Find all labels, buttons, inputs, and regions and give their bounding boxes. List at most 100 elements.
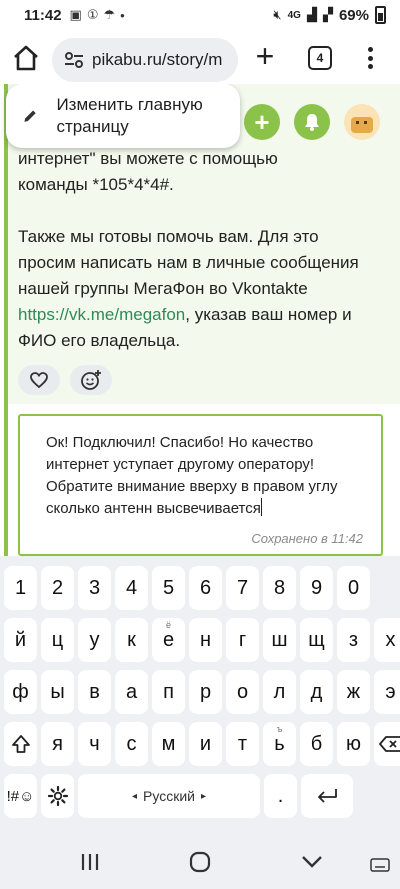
shift-key[interactable]: [4, 722, 37, 766]
key-letter[interactable]: р: [189, 670, 222, 714]
space-key[interactable]: ◂ Русский ▸: [78, 774, 260, 818]
text-cursor: [260, 498, 262, 516]
key-6[interactable]: 6: [189, 566, 222, 610]
saved-status: Сохранено в 11:42: [251, 531, 363, 546]
key-letter[interactable]: д: [300, 670, 333, 714]
key-letter[interactable]: б: [300, 722, 333, 766]
enter-key[interactable]: [301, 774, 353, 818]
keyboard-switch-button[interactable]: [370, 858, 390, 872]
key-letter[interactable]: л: [263, 670, 296, 714]
symbols-key[interactable]: !#☺: [4, 774, 37, 818]
key-8[interactable]: 8: [263, 566, 296, 610]
backspace-key[interactable]: [374, 722, 400, 766]
thread-line: [4, 84, 8, 556]
recents-icon: [81, 854, 99, 870]
key-letter-soft-sign[interactable]: ъ ь: [263, 722, 296, 766]
period-key[interactable]: .: [264, 774, 297, 818]
key-letter[interactable]: у: [78, 618, 111, 662]
keyboard-row-2: ф ы в а п р о л д ж э: [4, 670, 400, 714]
key-label: е: [162, 628, 175, 651]
mute-icon: 🔇︎: [273, 7, 282, 22]
key-letter[interactable]: з: [337, 618, 370, 662]
key-letter[interactable]: ш: [263, 618, 296, 662]
key-letter[interactable]: в: [78, 670, 111, 714]
key-5[interactable]: 5: [152, 566, 185, 610]
add-reaction-button[interactable]: [70, 365, 112, 395]
keyboard-settings-key[interactable]: [41, 774, 74, 818]
key-label: ь: [274, 732, 285, 755]
key-3[interactable]: 3: [78, 566, 111, 610]
menu-dot-icon: [367, 64, 373, 69]
media-icon: ▣: [69, 7, 82, 22]
add-post-button[interactable]: +: [244, 104, 280, 140]
key-hint: ъ: [276, 724, 283, 734]
comment-input-text: Ок! Подключил! Спасибо! Но качество инте…: [46, 434, 338, 517]
key-letter[interactable]: ы: [41, 670, 74, 714]
new-tab-button[interactable]: +: [250, 40, 280, 72]
key-letter[interactable]: н: [189, 618, 222, 662]
plus-icon: +: [255, 38, 275, 74]
recent-apps-button[interactable]: [76, 850, 104, 874]
key-9[interactable]: 9: [300, 566, 333, 610]
comment-input[interactable]: Ок! Подключил! Спасибо! Но качество инте…: [46, 432, 370, 520]
plus-icon: +: [254, 106, 270, 137]
back-nav-button[interactable]: [298, 850, 326, 874]
key-letter-e[interactable]: ё е: [152, 618, 185, 662]
key-4[interactable]: 4: [115, 566, 148, 610]
pencil-icon: [24, 110, 36, 122]
keyboard-number-row: 1 2 3 4 5 6 7 8 9 0: [4, 566, 370, 610]
key-letter[interactable]: а: [115, 670, 148, 714]
key-letter[interactable]: ф: [4, 670, 37, 714]
page-header-actions: +: [244, 104, 380, 140]
key-0[interactable]: 0: [337, 566, 370, 610]
menu-dot-icon: [367, 55, 373, 61]
sim-icon: ①: [86, 7, 99, 22]
comment-line: команды *105*4*4#.: [18, 175, 174, 194]
comment-line: ФИО его владельца.: [18, 331, 181, 350]
browser-menu-button[interactable]: [362, 44, 378, 72]
battery-percent: 69%: [338, 6, 369, 24]
key-letter[interactable]: п: [152, 670, 185, 714]
key-letter[interactable]: й: [4, 618, 37, 662]
system-nav-bar: [0, 834, 400, 889]
home-button[interactable]: [10, 42, 42, 74]
key-letter[interactable]: г: [226, 618, 259, 662]
notifications-button[interactable]: [294, 104, 330, 140]
key-letter[interactable]: ю: [337, 722, 370, 766]
browser-toolbar: pikabu.ru/story/m + 4: [0, 32, 400, 84]
key-letter[interactable]: м: [152, 722, 185, 766]
battery-icon: [375, 6, 386, 24]
key-2[interactable]: 2: [41, 566, 74, 610]
space-label: Русский: [143, 788, 195, 804]
site-settings-icon[interactable]: [64, 51, 84, 69]
edit-home-page-popup[interactable]: Изменить главную страницу: [6, 84, 240, 148]
key-letter[interactable]: и: [189, 722, 222, 766]
vk-link[interactable]: https://vk.me/megafon: [18, 305, 185, 324]
comment-editor[interactable]: Ок! Подключил! Спасибо! Но качество инте…: [18, 414, 383, 556]
key-letter[interactable]: ж: [337, 670, 370, 714]
key-letter[interactable]: о: [226, 670, 259, 714]
keyboard-icon: [370, 858, 390, 872]
key-letter[interactable]: ц: [41, 618, 74, 662]
home-circle-icon: [189, 851, 211, 873]
like-button[interactable]: [18, 365, 60, 395]
url-text: pikabu.ru/story/m: [92, 50, 223, 69]
key-letter[interactable]: к: [115, 618, 148, 662]
key-letter[interactable]: ч: [78, 722, 111, 766]
key-letter[interactable]: х: [374, 618, 400, 662]
key-letter[interactable]: т: [226, 722, 259, 766]
tab-switcher-button[interactable]: 4: [308, 46, 332, 70]
url-bar[interactable]: pikabu.ru/story/m: [52, 38, 238, 82]
key-letter[interactable]: с: [115, 722, 148, 766]
signal-icon: ▟: [306, 7, 317, 22]
key-7[interactable]: 7: [226, 566, 259, 610]
key-1[interactable]: 1: [4, 566, 37, 610]
key-letter[interactable]: э: [374, 670, 400, 714]
key-letter[interactable]: я: [41, 722, 74, 766]
status-bar: 11:42 ▣ ① ☂ • 🔇︎ 4G ▟ ▞ 69%: [0, 0, 400, 30]
home-nav-button[interactable]: [186, 850, 214, 874]
language-left-icon: ◂: [131, 790, 138, 802]
enter-icon: [318, 789, 337, 803]
key-letter[interactable]: щ: [300, 618, 333, 662]
user-avatar[interactable]: [344, 104, 380, 140]
